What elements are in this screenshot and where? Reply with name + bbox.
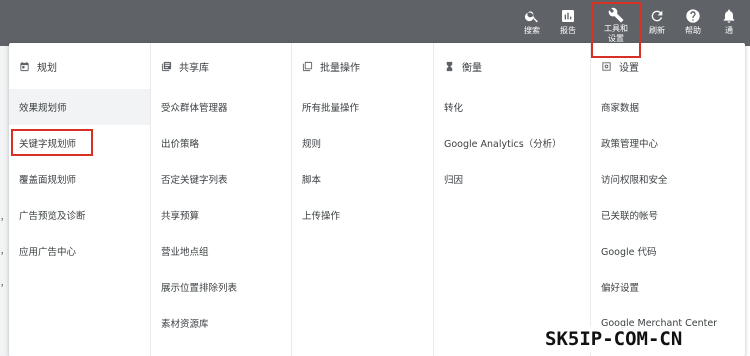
background-page: ， ， ， (0, 46, 9, 356)
column-title: 共享库 (179, 62, 209, 74)
menu-item-conversions[interactable]: 转化 (434, 89, 590, 125)
menu-column-planning: 规划 效果规划师 关键字规划师 覆盖面规划师 广告预览及诊断 应用广告中心 (9, 43, 151, 356)
keyword-planner-highlight-box (11, 129, 93, 156)
menu-item-policy-manager[interactable]: 政策管理中心 (591, 125, 745, 161)
notifications-label: 通 (725, 26, 733, 35)
menu-column-bulk-actions: 批量操作 所有批量操作 规则 脚本 上传操作 (292, 43, 434, 356)
help-button[interactable]: 帮助 (676, 6, 710, 42)
column-header-planning: 规划 (9, 43, 150, 89)
background-text: ， (0, 213, 10, 223)
menu-item-app-advertising-hub[interactable]: 应用广告中心 (9, 233, 150, 269)
menu-item-linked-accounts[interactable]: 已关联的帐号 (591, 197, 745, 233)
menu-item-bid-strategies[interactable]: 出价策略 (151, 125, 291, 161)
menu-column-measurement: 衡量 转化 Google Analytics（分析） 归因 (434, 43, 591, 356)
column-header-measurement: 衡量 (434, 43, 590, 89)
tools-highlight-box (591, 2, 641, 58)
hourglass-icon (444, 61, 455, 72)
column-title: 衡量 (462, 62, 482, 74)
menu-item-reach-planner[interactable]: 覆盖面规划师 (9, 161, 150, 197)
menu-item-negative-keyword-lists[interactable]: 否定关键字列表 (151, 161, 291, 197)
refresh-button[interactable]: 刷新 (640, 6, 674, 42)
menu-item-placement-exclusion-lists[interactable]: 展示位置排除列表 (151, 269, 291, 305)
search-label: 搜索 (524, 26, 540, 35)
help-label: 帮助 (685, 26, 701, 35)
column-header-shared-library: 共享库 (151, 43, 291, 89)
menu-item-performance-planner[interactable]: 效果规划师 (9, 89, 150, 125)
menu-item-preferences[interactable]: 偏好设置 (591, 269, 745, 305)
menu-item-uploads[interactable]: 上传操作 (292, 197, 433, 233)
search-button[interactable]: 搜索 (515, 6, 549, 42)
menu-item-rules[interactable]: 规则 (292, 125, 433, 161)
menu-item-attribution[interactable]: 归因 (434, 161, 590, 197)
menu-item-keyword-planner[interactable]: 关键字规划师 (9, 125, 150, 161)
menu-column-shared-library: 共享库 受众群体管理器 出价策略 否定关键字列表 共享预算 营业地点组 展示位置… (151, 43, 292, 356)
background-text: ， (0, 247, 10, 257)
bell-icon (721, 6, 737, 26)
background-text: ， (0, 279, 10, 289)
menu-item-audience-manager[interactable]: 受众群体管理器 (151, 89, 291, 125)
bulk-actions-icon (302, 61, 313, 72)
help-icon (685, 6, 701, 26)
settings-icon (601, 61, 612, 72)
menu-item-business-data[interactable]: 商家数据 (591, 89, 745, 125)
tools-settings-menu: 规划 效果规划师 关键字规划师 覆盖面规划师 广告预览及诊断 应用广告中心 共享… (9, 43, 745, 356)
reports-icon (560, 6, 576, 26)
menu-item-ad-preview[interactable]: 广告预览及诊断 (9, 197, 150, 233)
reports-button[interactable]: 报告 (551, 6, 585, 42)
menu-item-asset-library[interactable]: 素材资源库 (151, 305, 291, 341)
menu-item-google-tag[interactable]: Google 代码 (591, 233, 745, 269)
column-title: 设置 (619, 62, 639, 74)
menu-column-settings: 设置 商家数据 政策管理中心 访问权限和安全 已关联的帐号 Google 代码 … (591, 43, 745, 356)
menu-item-shared-budgets[interactable]: 共享预算 (151, 197, 291, 233)
menu-item-access-and-security[interactable]: 访问权限和安全 (591, 161, 745, 197)
refresh-icon (649, 6, 665, 26)
menu-item-location-groups[interactable]: 营业地点组 (151, 233, 291, 269)
calendar-icon (19, 61, 30, 72)
library-icon (161, 61, 172, 72)
reports-label: 报告 (560, 26, 576, 35)
column-title: 规划 (37, 62, 57, 74)
column-title: 批量操作 (320, 62, 360, 74)
column-header-bulk-actions: 批量操作 (292, 43, 433, 89)
menu-item-scripts[interactable]: 脚本 (292, 161, 433, 197)
menu-item-all-bulk-actions[interactable]: 所有批量操作 (292, 89, 433, 125)
search-icon (524, 6, 540, 26)
menu-item-google-analytics[interactable]: Google Analytics（分析） (434, 125, 590, 161)
refresh-label: 刷新 (649, 26, 665, 35)
watermark: SK5IP-COM-CN (541, 326, 687, 352)
notifications-button[interactable]: 通 (712, 6, 746, 42)
